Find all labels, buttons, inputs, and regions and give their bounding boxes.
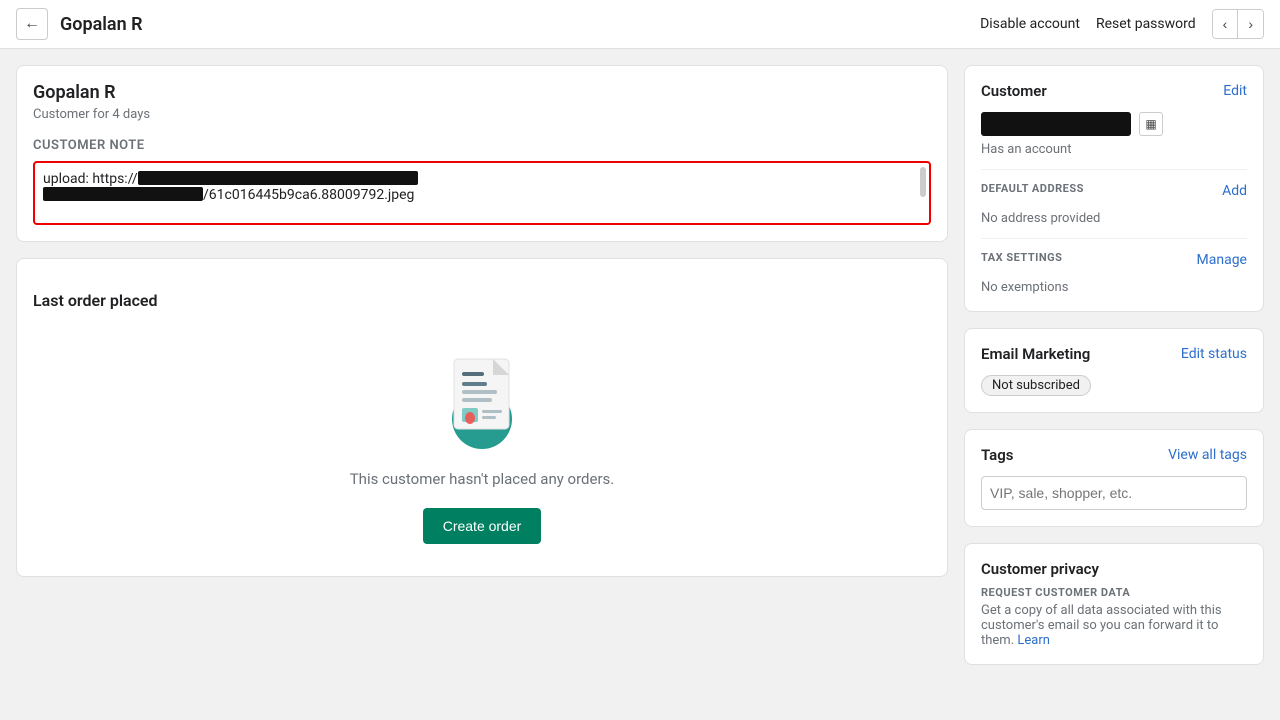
tags-title: Tags — [981, 446, 1014, 464]
back-button[interactable]: ← — [16, 8, 48, 40]
edit-customer-link[interactable]: Edit — [1223, 83, 1247, 99]
scrollbar — [917, 163, 929, 223]
copy-icon[interactable]: ▦ — [1139, 112, 1163, 136]
main-layout: Gopalan R Customer for 4 days Customer N… — [0, 49, 1280, 681]
customer-privacy-card: Customer privacy REQUEST CUSTOMER DATA G… — [964, 543, 1264, 665]
scrollbar-thumb — [920, 167, 926, 197]
top-bar-actions: Disable account Reset password ‹ › — [980, 9, 1264, 39]
left-column: Gopalan R Customer for 4 days Customer N… — [16, 65, 948, 665]
customer-section-card: Customer Edit ▦ Has an account DEFAULT A… — [964, 65, 1264, 312]
customer-note-wrapper: upload: https:// /61c016445b9ca6.8800979… — [33, 161, 931, 225]
empty-state-illustration — [422, 334, 542, 454]
has-account-text: Has an account — [981, 142, 1247, 157]
email-marketing-status-badge: Not subscribed — [981, 375, 1091, 396]
note-suffix-redacted — [43, 187, 203, 201]
tax-settings-header: TAX SETTINGS Manage — [981, 251, 1247, 268]
note-prefix: upload: https:// — [43, 171, 138, 187]
customer-note-label: Customer Note — [33, 138, 931, 153]
edit-status-link[interactable]: Edit status — [1181, 346, 1247, 362]
no-address-text: No address provided — [981, 211, 1247, 226]
page-title: Gopalan R — [60, 14, 968, 35]
email-marketing-header: Email Marketing Edit status — [981, 345, 1247, 363]
customer-info-card: Gopalan R Customer for 4 days Customer N… — [16, 65, 948, 242]
next-button[interactable]: › — [1238, 10, 1263, 38]
default-address-section: DEFAULT ADDRESS Add No address provided — [981, 169, 1247, 226]
tags-card: Tags View all tags — [964, 429, 1264, 527]
tags-header: Tags View all tags — [981, 446, 1247, 464]
prev-button[interactable]: ‹ — [1213, 10, 1239, 38]
tax-settings-section: TAX SETTINGS Manage No exemptions — [981, 238, 1247, 295]
note-suffix: /61c016445b9ca6.88009792.jpeg — [203, 187, 414, 203]
manage-tax-link[interactable]: Manage — [1197, 252, 1247, 268]
view-all-tags-link[interactable]: View all tags — [1168, 447, 1247, 463]
default-address-header: DEFAULT ADDRESS Add — [981, 182, 1247, 199]
nav-arrows: ‹ › — [1212, 9, 1264, 39]
right-column: Customer Edit ▦ Has an account DEFAULT A… — [964, 65, 1264, 665]
customer-name: Gopalan R — [33, 82, 931, 103]
email-marketing-card: Email Marketing Edit status Not subscrib… — [964, 328, 1264, 413]
customer-since: Customer for 4 days — [33, 107, 931, 122]
add-address-link[interactable]: Add — [1222, 183, 1247, 199]
back-icon: ← — [24, 15, 40, 33]
tax-settings-label: TAX SETTINGS — [981, 251, 1062, 264]
empty-state-text: This customer hasn't placed any orders. — [350, 470, 615, 488]
learn-link[interactable]: Learn — [1017, 633, 1050, 648]
last-order-title: Last order placed — [33, 291, 158, 310]
customer-section-header: Customer Edit — [981, 82, 1247, 100]
privacy-title: Customer privacy — [981, 560, 1247, 578]
request-data-text: Get a copy of all data associated with t… — [981, 603, 1247, 648]
default-address-label: DEFAULT ADDRESS — [981, 182, 1084, 195]
disable-account-link[interactable]: Disable account — [980, 16, 1080, 32]
email-marketing-title: Email Marketing — [981, 345, 1090, 363]
request-data-label: REQUEST CUSTOMER DATA — [981, 586, 1247, 599]
tags-input[interactable] — [981, 476, 1247, 510]
customer-email-redacted — [981, 112, 1131, 136]
no-exemptions-text: No exemptions — [981, 280, 1247, 295]
customer-note-textarea[interactable]: upload: https:// /61c016445b9ca6.8800979… — [35, 163, 929, 223]
customer-section-title: Customer — [981, 82, 1047, 100]
top-bar: ← Gopalan R Disable account Reset passwo… — [0, 0, 1280, 49]
last-order-card: Last order placed — [16, 258, 948, 577]
create-order-button[interactable]: Create order — [423, 508, 542, 544]
reset-password-link[interactable]: Reset password — [1096, 16, 1196, 32]
note-url-redacted — [138, 171, 418, 185]
